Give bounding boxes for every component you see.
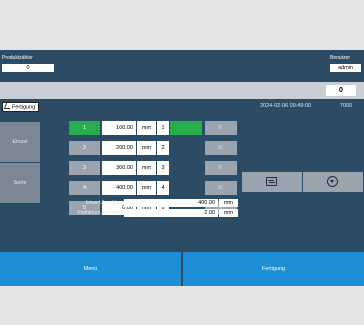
position-1-index[interactable]: 1	[157, 121, 169, 135]
position-1-value[interactable]: 100.00	[102, 121, 136, 135]
status-value: 0	[326, 85, 356, 96]
status-code: 7000	[340, 103, 353, 109]
swap-icon	[266, 177, 277, 186]
close-x-icon: ✕	[217, 123, 224, 132]
swap-button[interactable]	[242, 172, 302, 192]
position-4-delete-button[interactable]: ✕	[205, 181, 237, 195]
istwert-unit: mm	[219, 199, 238, 207]
close-x-icon: ✕	[217, 183, 224, 192]
freifahren-label: Freifahren Anschlag	[77, 210, 122, 216]
tab-bar: Fertigung 2024-02-06 09:49:00 7000	[0, 101, 364, 112]
menu-button[interactable]: Menü	[0, 252, 181, 286]
position-3-unit: mm	[137, 161, 156, 175]
position-4-unit: mm	[137, 181, 156, 195]
position-3-button[interactable]: 3	[69, 161, 100, 175]
tab-fertigung-label: Fertigung	[12, 104, 36, 111]
position-3-delete-button[interactable]: ✕	[205, 161, 237, 175]
position-2-button[interactable]: 2	[69, 141, 100, 155]
position-1-unit: mm	[137, 121, 156, 135]
einzel-button[interactable]: Einzel	[0, 122, 40, 162]
hmi-screen: Produktzähler 0 Benutzer admin 0 Fertigu…	[0, 50, 364, 286]
close-x-icon: ✕	[217, 143, 224, 152]
product-counter-label: Produktzähler	[2, 55, 33, 61]
status-band: 0	[0, 82, 364, 99]
position-3-index[interactable]: 3	[157, 161, 169, 175]
istwert-label: Istwert Anschlag	[85, 200, 122, 206]
stop-circle-icon	[327, 176, 338, 187]
fertigung-button[interactable]: Fertigung	[183, 252, 364, 286]
serie-button[interactable]: Serie	[0, 163, 40, 203]
position-2-unit: mm	[137, 141, 156, 155]
position-1-button[interactable]: 1	[69, 121, 100, 135]
position-2-delete-button[interactable]: ✕	[205, 141, 237, 155]
freifahren-field[interactable]: 2.00	[124, 209, 218, 217]
position-3-value[interactable]: 300.00	[102, 161, 136, 175]
datetime-display: 2024-02-06 09:49:00	[260, 103, 312, 109]
position-4-index[interactable]: 4	[157, 181, 169, 195]
position-2-index[interactable]: 2	[157, 141, 169, 155]
freifahren-unit: mm	[219, 209, 238, 217]
product-counter-field[interactable]: 0	[2, 64, 54, 72]
position-1-delete-button[interactable]: ✕	[205, 121, 237, 135]
position-4-button[interactable]: 4	[69, 181, 100, 195]
tab-fertigung[interactable]: Fertigung	[2, 102, 40, 112]
pencil-icon	[3, 103, 13, 109]
close-x-icon: ✕	[217, 163, 224, 172]
position-1-active-indicator	[170, 121, 202, 135]
position-2-value[interactable]: 200.00	[102, 141, 136, 155]
position-4-value[interactable]: 400.00	[102, 181, 136, 195]
user-field[interactable]: admin	[330, 64, 361, 72]
istwert-field[interactable]: 400.00	[124, 199, 218, 207]
stop-button[interactable]	[303, 172, 363, 192]
user-label: Benutzer	[330, 55, 351, 61]
